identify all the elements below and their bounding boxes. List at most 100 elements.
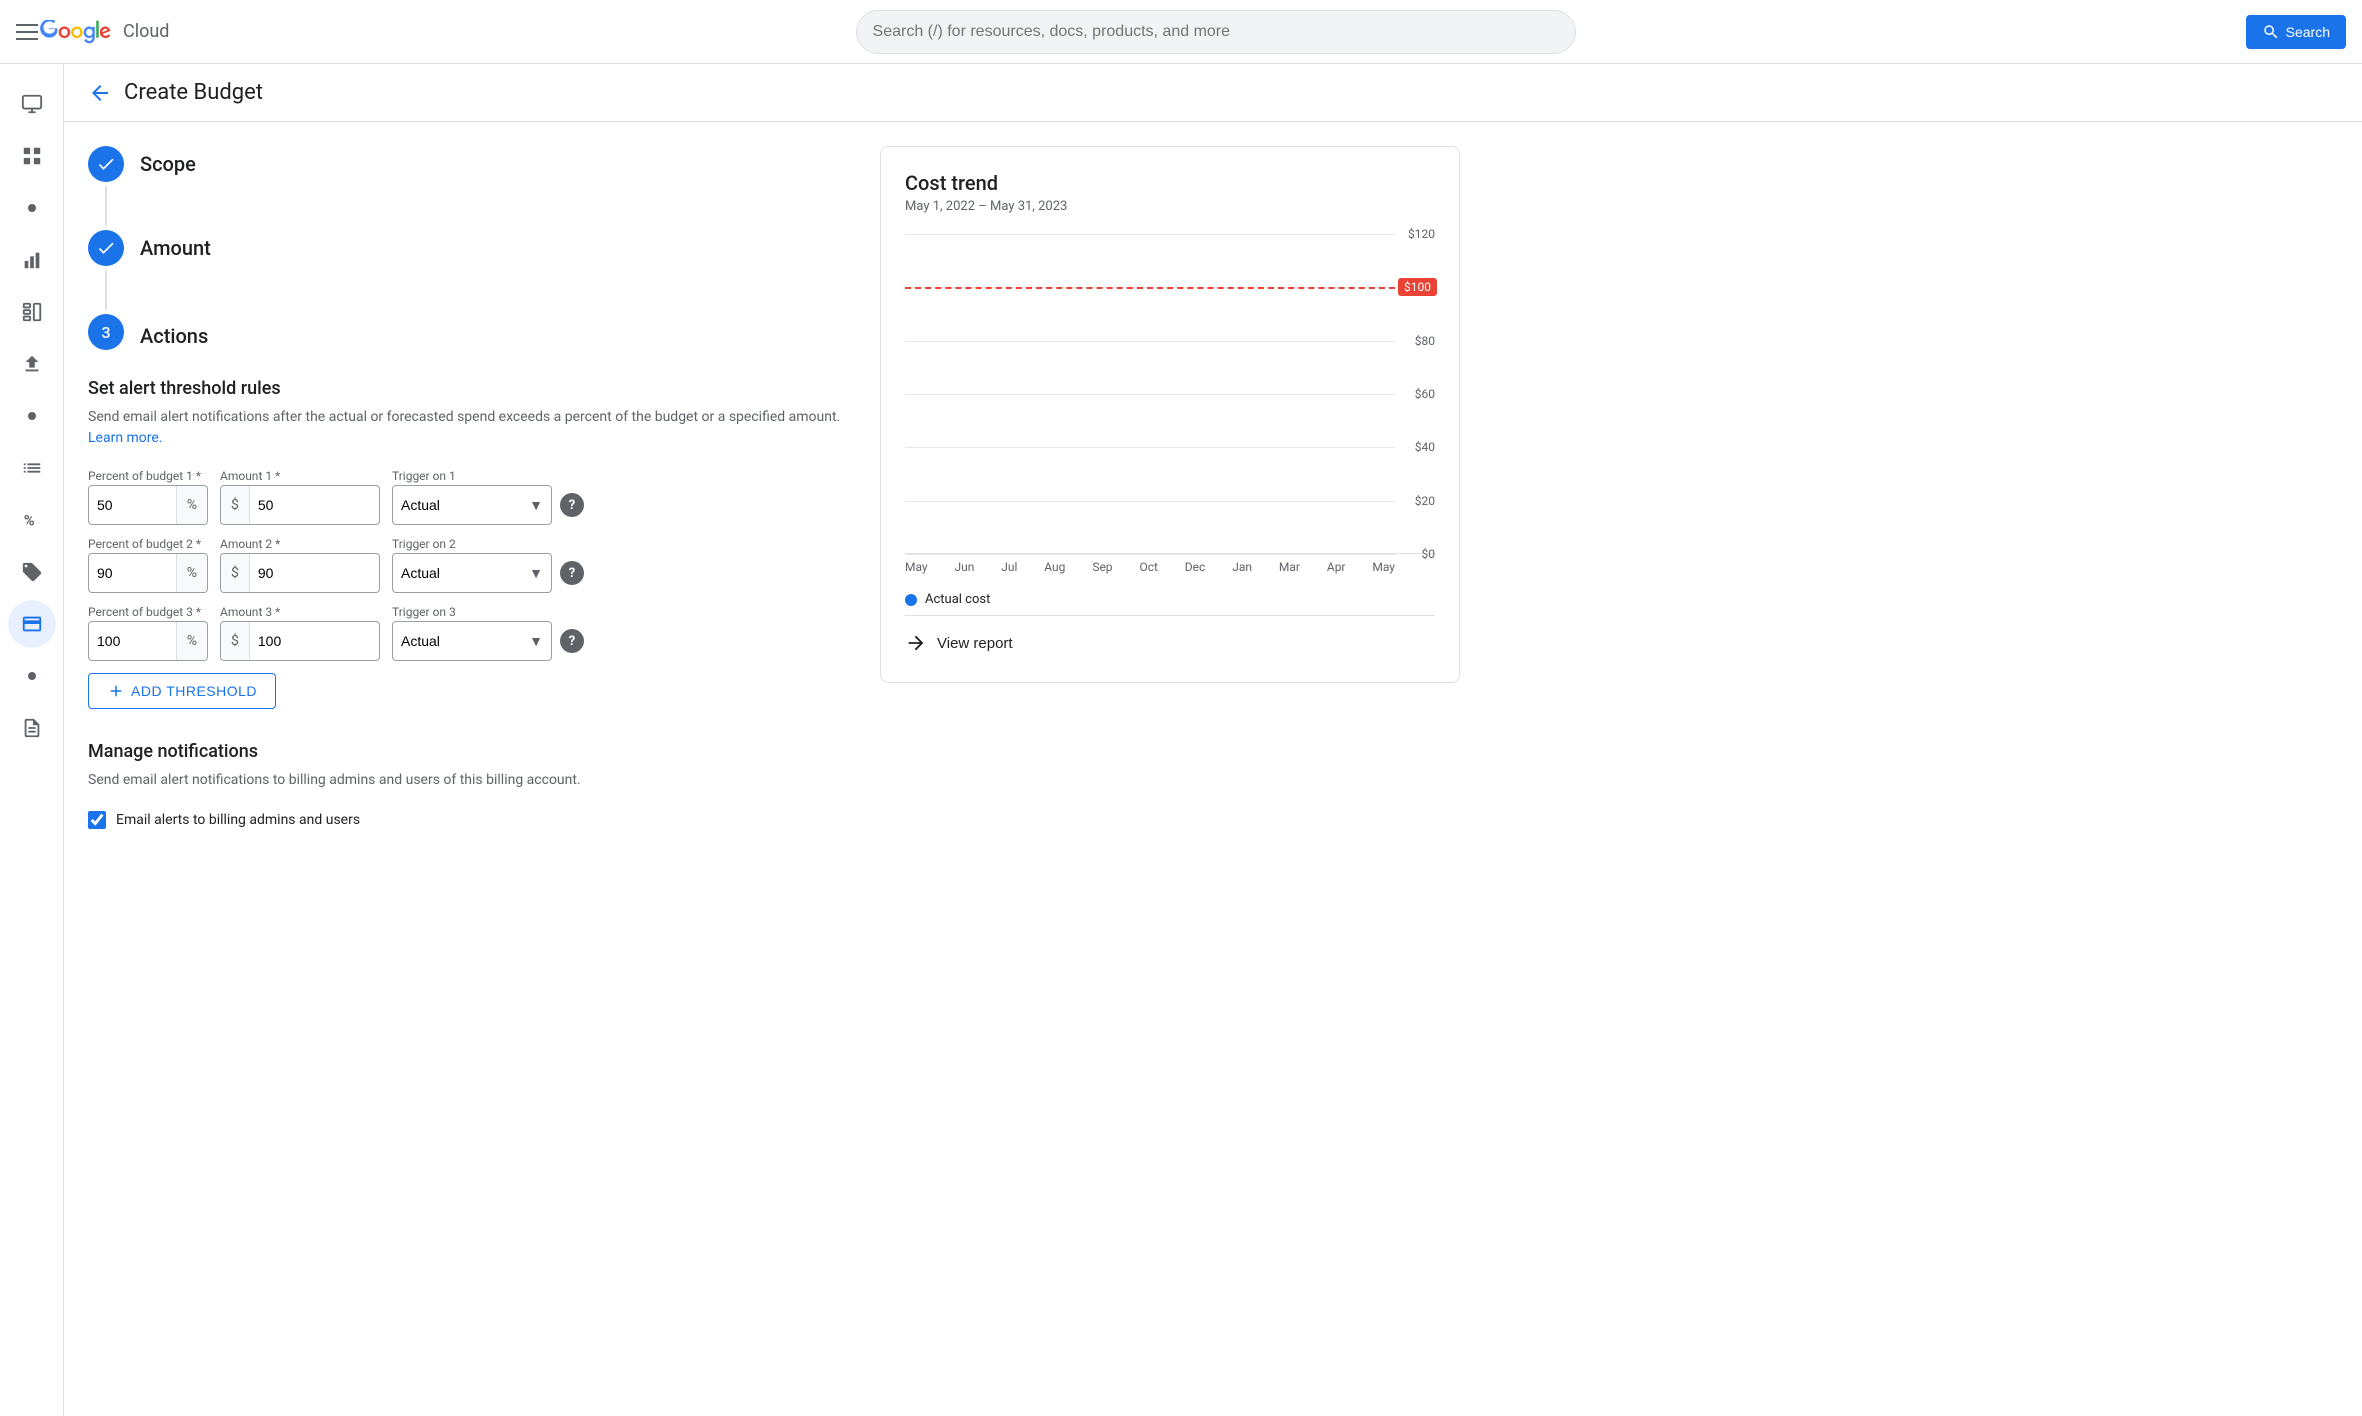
x-label-1: Jun <box>954 560 974 574</box>
dot1-icon[interactable] <box>8 184 56 232</box>
trigger-group-2: Trigger on 2 ActualForecasted ▼ ? <box>392 537 584 593</box>
percent-icon[interactable]: % <box>8 496 56 544</box>
trigger-help-2[interactable]: ? <box>560 561 584 585</box>
trigger-wrapper-2: ActualForecasted ▼ ? <box>392 553 584 593</box>
step-amount-indicator <box>88 230 124 314</box>
trigger-help-1[interactable]: ? <box>560 493 584 517</box>
amount-input-2[interactable] <box>250 565 379 581</box>
email-alerts-checkbox[interactable] <box>88 811 106 829</box>
x-label-4: Sep <box>1092 560 1112 574</box>
trigger-label-1: Trigger on 1 <box>392 469 584 483</box>
amount-label-1: Amount 1 <box>220 469 380 483</box>
x-label-8: Mar <box>1279 560 1300 574</box>
grid-line-3 <box>905 394 1395 395</box>
trigger-arrow-2: ▼ <box>521 565 551 582</box>
step-line-1 <box>105 186 107 226</box>
trigger-wrapper-1: ActualForecasted ▼ ? <box>392 485 584 525</box>
trigger-wrapper-3: ActualForecasted ▼ ? <box>392 621 584 661</box>
percent-suffix-1: % <box>176 486 207 524</box>
left-panel: Scope Amount <box>88 146 848 829</box>
report-icon[interactable] <box>8 704 56 752</box>
upload-icon[interactable] <box>8 340 56 388</box>
threshold-rows: Percent of budget 1 % Amount 1 $ Trigger… <box>88 469 848 661</box>
x-label-9: Apr <box>1327 560 1346 574</box>
trigger-select-container-2: ActualForecasted ▼ <box>392 553 552 593</box>
menu-icon[interactable] <box>16 24 38 40</box>
percent-input-wrapper-3: % <box>88 621 208 661</box>
billing-icon[interactable] <box>8 600 56 648</box>
console-icon[interactable] <box>8 80 56 128</box>
amount-group-3: Amount 3 $ <box>220 605 380 661</box>
grid-label-2: $80 <box>1415 334 1435 348</box>
cost-trend-card: Cost trend May 1, 2022 – May 31, 2023 $1… <box>880 146 1460 683</box>
trigger-help-3[interactable]: ? <box>560 629 584 653</box>
percent-group-3: Percent of budget 3 % <box>88 605 208 661</box>
email-alerts-row: Email alerts to billing admins and users <box>88 811 848 829</box>
view-report-button[interactable]: View report <box>905 616 1013 658</box>
dot2-icon[interactable] <box>8 392 56 440</box>
search-bar[interactable] <box>856 10 1576 54</box>
back-button[interactable] <box>88 81 112 105</box>
chart-subtitle: May 1, 2022 – May 31, 2023 <box>905 199 1435 214</box>
list-icon[interactable] <box>8 444 56 492</box>
trigger-group-3: Trigger on 3 ActualForecasted ▼ ? <box>392 605 584 661</box>
trigger-select-1[interactable]: ActualForecasted <box>393 497 521 513</box>
app-layout: % Create Budget <box>0 64 2362 853</box>
step-actions: 3 Actions <box>88 314 848 354</box>
percent-input-2[interactable] <box>89 565 176 581</box>
amount-group-2: Amount 2 $ <box>220 537 380 593</box>
google-cloud-logo: Cloud <box>38 20 169 44</box>
percent-group-2: Percent of budget 2 % <box>88 537 208 593</box>
trigger-arrow-1: ▼ <box>521 497 551 514</box>
tag-icon[interactable] <box>8 548 56 596</box>
notifications-section: Manage notifications Send email alert no… <box>88 741 848 829</box>
x-label-10: May <box>1372 560 1395 574</box>
trigger-arrow-3: ▼ <box>521 633 551 650</box>
percent-label-2: Percent of budget 2 <box>88 537 208 551</box>
grid-label-5: $20 <box>1415 494 1435 508</box>
percent-input-3[interactable] <box>89 633 176 649</box>
search-input[interactable] <box>873 23 1559 41</box>
trigger-select-2[interactable]: ActualForecasted <box>393 565 521 581</box>
trigger-select-container-1: ActualForecasted ▼ <box>392 485 552 525</box>
grid-list-icon[interactable] <box>8 288 56 336</box>
dot3-icon[interactable] <box>8 652 56 700</box>
email-alerts-label: Email alerts to billing admins and users <box>116 812 360 828</box>
alert-section-desc: Send email alert notifications after the… <box>88 407 848 449</box>
amount-prefix-3: $ <box>221 622 250 660</box>
bar-chart-icon[interactable] <box>8 236 56 284</box>
grid-line-5 <box>905 501 1395 502</box>
search-button[interactable]: Search <box>2246 15 2346 49</box>
learn-more-link[interactable]: Learn more. <box>88 430 163 446</box>
threshold-row-1: Percent of budget 1 % Amount 1 $ Trigger… <box>88 469 848 525</box>
amount-input-1[interactable] <box>250 497 379 513</box>
percent-input-1[interactable] <box>89 497 176 513</box>
x-label-0: May <box>905 560 928 574</box>
percent-input-wrapper-2: % <box>88 553 208 593</box>
percent-label-1: Percent of budget 1 <box>88 469 208 483</box>
add-threshold-label: ADD THRESHOLD <box>131 683 257 699</box>
grid-line-6 <box>905 554 1395 555</box>
chart-area: $120$100$80$60$40$20$0$100 <box>905 234 1435 554</box>
notifications-desc: Send email alert notifications to billin… <box>88 770 848 791</box>
step-scope-label: Scope <box>140 146 196 182</box>
alert-section-title: Set alert threshold rules <box>88 378 848 399</box>
grid-label-3: $60 <box>1415 387 1435 401</box>
view-report-label: View report <box>937 635 1013 652</box>
step-amount: Amount <box>88 230 848 314</box>
step-amount-label: Amount <box>140 230 211 266</box>
page-title: Create Budget <box>124 80 263 105</box>
step-line-2 <box>105 270 107 310</box>
amount-input-wrapper-3: $ <box>220 621 380 661</box>
amount-prefix-2: $ <box>221 554 250 592</box>
add-threshold-button[interactable]: ADD THRESHOLD <box>88 673 276 709</box>
x-label-6: Dec <box>1185 560 1206 574</box>
dashboard-icon[interactable] <box>8 132 56 180</box>
cloud-text: Cloud <box>123 21 169 42</box>
trigger-select-3[interactable]: ActualForecasted <box>393 633 521 649</box>
budget-dashed-line <box>905 287 1395 289</box>
search-btn-label: Search <box>2286 24 2330 40</box>
x-label-5: Oct <box>1139 560 1157 574</box>
amount-label-2: Amount 2 <box>220 537 380 551</box>
amount-input-3[interactable] <box>250 633 379 649</box>
